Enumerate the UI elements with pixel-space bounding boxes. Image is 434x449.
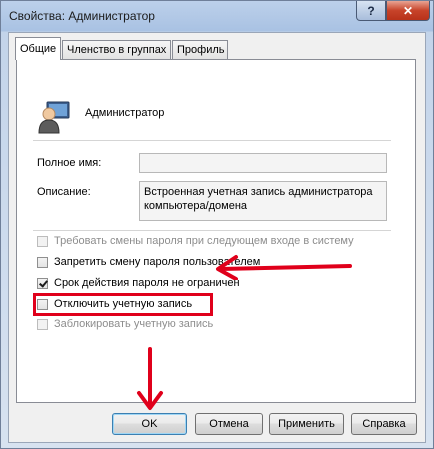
checkbox-require-password-change[interactable]: Требовать смены пароля при следующем вхо… xyxy=(37,233,354,249)
annotation-arrow-left-icon xyxy=(216,255,352,280)
checkbox-label: Требовать смены пароля при следующем вхо… xyxy=(54,235,354,247)
fullname-label: Полное имя: xyxy=(37,157,102,169)
checkbox-lock-account[interactable]: Заблокировать учетную запись xyxy=(37,316,213,332)
user-name: Администратор xyxy=(85,107,165,119)
checkbox-box[interactable] xyxy=(37,256,48,268)
close-button[interactable]: ✕ xyxy=(386,1,430,21)
fullname-field[interactable] xyxy=(139,153,387,173)
dialog-client-area: Общие Членство в группах Профиль Админис… xyxy=(8,32,426,443)
checkbox-label: Заблокировать учетную запись xyxy=(54,318,214,330)
properties-dialog: Свойства: Администратор ? ✕ Общие Членст… xyxy=(0,0,434,449)
window-title: Свойства: Администратор xyxy=(9,9,155,23)
tab-profile[interactable]: Профиль xyxy=(172,40,228,59)
general-tab-panel: Администратор Полное имя: Описание: Встр… xyxy=(16,59,416,403)
tab-general[interactable]: Общие xyxy=(15,37,61,60)
description-field[interactable]: Встроенная учетная запись администратора… xyxy=(139,181,387,221)
annotation-highlight-box xyxy=(33,293,213,316)
separator xyxy=(33,230,391,231)
checkbox-box[interactable] xyxy=(37,277,48,289)
title-bar[interactable]: Свойства: Администратор ? ✕ xyxy=(1,1,433,31)
separator xyxy=(33,140,391,141)
annotation-arrow-down-icon xyxy=(137,347,163,410)
help-title-button[interactable]: ? xyxy=(356,1,386,21)
ok-button[interactable]: OK xyxy=(112,413,187,435)
user-icon xyxy=(38,101,70,134)
description-label: Описание: xyxy=(37,186,91,198)
checkbox-box[interactable] xyxy=(37,235,48,247)
help-button[interactable]: Справка xyxy=(351,413,417,435)
tab-group-membership[interactable]: Членство в группах xyxy=(62,40,171,59)
apply-button[interactable]: Применить xyxy=(269,413,344,435)
checkbox-box[interactable] xyxy=(37,318,48,330)
cancel-button[interactable]: Отмена xyxy=(195,413,263,435)
